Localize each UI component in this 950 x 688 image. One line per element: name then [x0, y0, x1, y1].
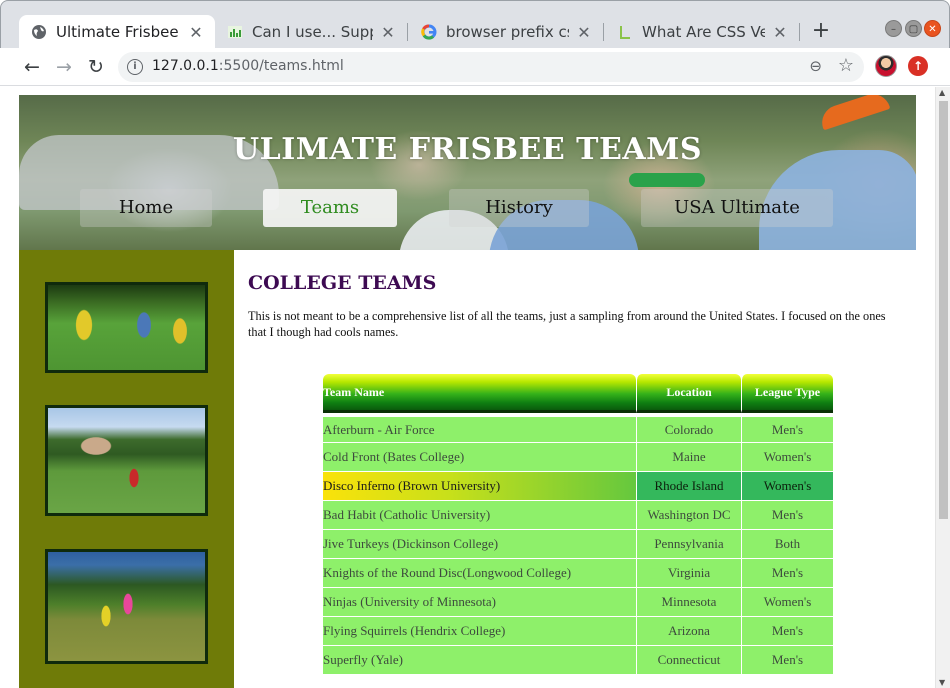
tab-close-icon[interactable]: ✕	[187, 23, 205, 42]
address-bar[interactable]: i 127.0.0.1:5500/teams.html ⊖ ☆	[118, 52, 864, 82]
google-icon	[421, 24, 437, 40]
banner-headband-shape	[629, 173, 705, 187]
cell-location: Washington DC	[636, 500, 741, 529]
cell-team-name: Superfly (Yale)	[323, 645, 636, 674]
nav-home[interactable]: Home	[80, 189, 212, 227]
zoom-icon[interactable]: ⊖	[809, 57, 822, 75]
sidebar	[19, 250, 234, 688]
nav-history[interactable]: History	[449, 189, 589, 227]
sidebar-photo-players	[45, 282, 208, 373]
cell-location: Arizona	[636, 616, 741, 645]
maximize-window-button[interactable]: ▢	[905, 20, 922, 37]
tab-can-i-use[interactable]: Can I use... Support ✕	[215, 15, 407, 49]
cell-league-type: Women's	[741, 442, 833, 471]
tab-title: What Are CSS Vend	[642, 23, 765, 41]
update-icon[interactable]: ↑	[908, 56, 928, 76]
table-row: Disco Inferno (Brown University) Rhode Is…	[323, 471, 833, 500]
cell-location: Rhode Island	[636, 471, 741, 500]
caniuse-icon	[227, 24, 243, 40]
nav-usa-ultimate[interactable]: USA Ultimate	[641, 189, 833, 227]
cell-league-type: Men's	[741, 558, 833, 587]
site-info-icon[interactable]: i	[127, 59, 143, 75]
url-host: 127.0.0.1	[152, 58, 219, 74]
tab-title: Can I use... Support	[252, 23, 373, 41]
table-row: Ninjas (University of Minnesota) Minnesot…	[323, 587, 833, 616]
back-button[interactable]: ←	[20, 55, 44, 79]
page-scrollbar[interactable]: ▲ ▼	[935, 87, 950, 688]
cell-team-name: Disco Inferno (Brown University)	[323, 471, 636, 500]
cell-location: Maine	[636, 442, 741, 471]
tab-close-icon[interactable]: ✕	[379, 23, 397, 42]
tab-close-icon[interactable]: ✕	[575, 23, 593, 42]
tab-close-icon[interactable]: ✕	[771, 23, 789, 42]
page-viewport: ULIMATE FRISBEE TEAMS Home Teams History…	[0, 87, 950, 688]
cell-team-name: Jive Turkeys (Dickinson College)	[323, 529, 636, 558]
cell-league-type: Men's	[741, 500, 833, 529]
minimize-window-button[interactable]: –	[885, 20, 902, 37]
banner-visor-shape	[817, 95, 891, 131]
bookmark-star-icon[interactable]: ☆	[838, 55, 854, 76]
cell-league-type: Women's	[741, 471, 833, 500]
sidebar-photo-field	[45, 405, 208, 516]
profile-avatar[interactable]	[875, 55, 897, 77]
cell-league-type: Men's	[741, 616, 833, 645]
tab-css-vendor[interactable]: What Are CSS Vend ✕	[605, 15, 799, 49]
cell-league-type: Men's	[741, 413, 833, 442]
cell-location: Pennsylvania	[636, 529, 741, 558]
page-heading: COLLEGE TEAMS	[248, 272, 437, 294]
cell-location: Minnesota	[636, 587, 741, 616]
cell-league-type: Both	[741, 529, 833, 558]
column-header-team-name: Team Name	[323, 374, 636, 413]
sidebar-photo-catch	[45, 549, 208, 664]
globe-icon	[31, 24, 47, 40]
tab-divider	[603, 23, 604, 41]
cell-league-type: Women's	[741, 587, 833, 616]
table-row: Cold Front (Bates College) Maine Women's	[323, 442, 833, 471]
cell-team-name: Afterburn - Air Force	[323, 413, 636, 442]
nav-teams[interactable]: Teams	[263, 189, 397, 227]
cell-location: Colorado	[636, 413, 741, 442]
table-row: Jive Turkeys (Dickinson College) Pennsylv…	[323, 529, 833, 558]
intro-paragraph: This is not meant to be a comprehensive …	[248, 309, 886, 339]
new-tab-button[interactable]: +	[809, 17, 833, 45]
cell-location: Connecticut	[636, 645, 741, 674]
cell-team-name: Flying Squirrels (Hendrix College)	[323, 616, 636, 645]
table-row: Flying Squirrels (Hendrix College) Arizon…	[323, 616, 833, 645]
tab-divider	[407, 23, 408, 41]
scrollbar-thumb[interactable]	[939, 101, 948, 519]
reload-button[interactable]: ↻	[84, 55, 108, 79]
forward-button[interactable]: →	[52, 55, 76, 79]
tab-ultimate-frisbee[interactable]: Ultimate Frisbee - T ✕	[19, 15, 215, 49]
cell-league-type: Men's	[741, 645, 833, 674]
close-window-button[interactable]: ✕	[924, 20, 941, 37]
teams-table: Team Name Location League Type Afterburn…	[323, 374, 833, 674]
cell-team-name: Cold Front (Bates College)	[323, 442, 636, 471]
tab-title: browser prefix css	[446, 23, 569, 41]
cell-team-name: Knights of the Round Disc(Longwood Colle…	[323, 558, 636, 587]
url-text[interactable]: 127.0.0.1:5500/teams.html	[152, 58, 344, 74]
table-row: Afterburn - Air Force Colorado Men's	[323, 413, 833, 442]
scroll-up-icon[interactable]: ▲	[939, 88, 945, 97]
cell-location: Virginia	[636, 558, 741, 587]
web-page: ULIMATE FRISBEE TEAMS Home Teams History…	[19, 95, 916, 688]
table-row: Superfly (Yale) Connecticut Men's	[323, 645, 833, 674]
column-header-league-type: League Type	[741, 374, 833, 413]
tab-divider	[799, 23, 800, 41]
browser-toolbar: ← → ↻ i 127.0.0.1:5500/teams.html ⊖ ☆ ↑	[0, 48, 950, 86]
site-title: ULIMATE FRISBEE TEAMS	[232, 132, 703, 167]
table-header-row: Team Name Location League Type	[323, 374, 833, 413]
document-icon	[617, 24, 633, 40]
column-header-location: Location	[636, 374, 741, 413]
table-row: Bad Habit (Catholic University) Washingto…	[323, 500, 833, 529]
tab-strip: Ultimate Frisbee - T ✕ Can I use... Supp…	[0, 0, 950, 49]
teams-table-body: Afterburn - Air Force Colorado Men's Cold F…	[323, 413, 833, 674]
tab-title: Ultimate Frisbee - T	[56, 23, 181, 41]
url-path: :5500/teams.html	[218, 58, 344, 74]
table-row: Knights of the Round Disc(Longwood Colle…	[323, 558, 833, 587]
scroll-down-icon[interactable]: ▼	[939, 678, 945, 687]
cell-team-name: Ninjas (University of Minnesota)	[323, 587, 636, 616]
cell-team-name: Bad Habit (Catholic University)	[323, 500, 636, 529]
tab-browser-prefix[interactable]: browser prefix css ✕	[409, 15, 603, 49]
